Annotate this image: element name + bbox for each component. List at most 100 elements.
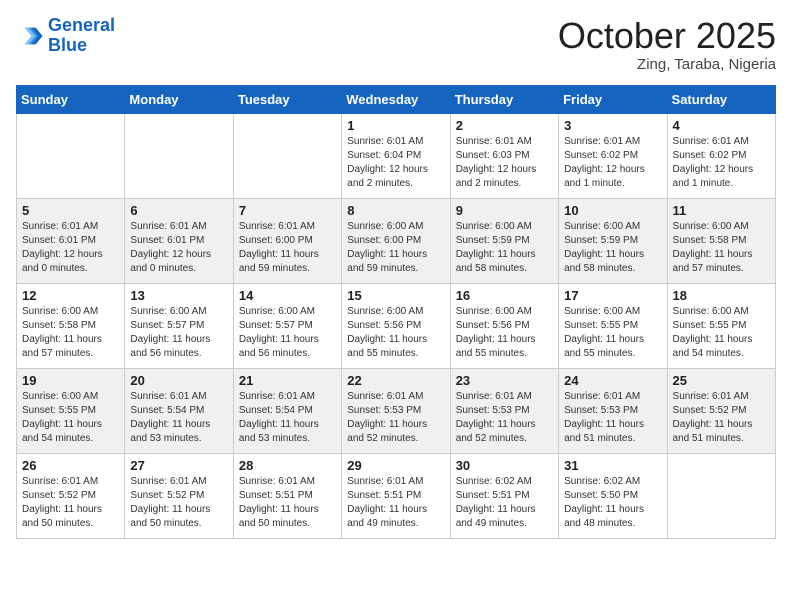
day-info: Sunrise: 6:01 AM Sunset: 5:53 PM Dayligh… (564, 390, 661, 446)
calendar-cell: 16 Sunrise: 6:00 AM Sunset: 5:56 PM Dayli… (450, 283, 558, 368)
calendar-cell: 13 Sunrise: 6:00 AM Sunset: 5:57 PM Dayli… (125, 283, 233, 368)
day-info: Sunrise: 6:00 AM Sunset: 5:57 PM Dayligh… (239, 305, 336, 361)
day-info: Sunrise: 6:00 AM Sunset: 5:58 PM Dayligh… (673, 220, 770, 276)
day-number: 29 (347, 458, 444, 473)
day-info: Sunrise: 6:00 AM Sunset: 5:56 PM Dayligh… (456, 305, 553, 361)
day-number: 19 (22, 373, 119, 388)
day-info: Sunrise: 6:01 AM Sunset: 5:54 PM Dayligh… (130, 390, 227, 446)
day-info: Sunrise: 6:00 AM Sunset: 5:57 PM Dayligh… (130, 305, 227, 361)
day-number: 9 (456, 203, 553, 218)
location: Zing, Taraba, Nigeria (558, 56, 776, 73)
calendar-cell: 1Sunrise: 6:01 AM Sunset: 6:04 PM Daylig… (342, 113, 450, 198)
calendar-cell: 22 Sunrise: 6:01 AM Sunset: 5:53 PM Dayli… (342, 368, 450, 453)
day-number: 1 (347, 118, 444, 133)
calendar-cell (17, 113, 125, 198)
day-number: 10 (564, 203, 661, 218)
day-number: 13 (130, 288, 227, 303)
day-number: 15 (347, 288, 444, 303)
calendar-cell: 29 Sunrise: 6:01 AM Sunset: 5:51 PM Dayli… (342, 453, 450, 538)
col-header-monday: Monday (125, 85, 233, 113)
day-number: 30 (456, 458, 553, 473)
logo-text: General Blue (48, 16, 115, 56)
calendar-cell: 5 Sunrise: 6:01 AM Sunset: 6:01 PM Daylig… (17, 198, 125, 283)
day-info: Sunrise: 6:02 AM Sunset: 5:50 PM Dayligh… (564, 475, 661, 531)
calendar-cell: 7 Sunrise: 6:01 AM Sunset: 6:00 PM Daylig… (233, 198, 341, 283)
day-number: 5 (22, 203, 119, 218)
day-number: 7 (239, 203, 336, 218)
day-number: 2 (456, 118, 553, 133)
day-info: Sunrise: 6:01 AM Sunset: 5:53 PM Dayligh… (347, 390, 444, 446)
calendar-cell: 2 Sunrise: 6:01 AM Sunset: 6:03 PM Daylig… (450, 113, 558, 198)
day-number: 24 (564, 373, 661, 388)
calendar-cell: 17 Sunrise: 6:00 AM Sunset: 5:55 PM Dayli… (559, 283, 667, 368)
day-number: 20 (130, 373, 227, 388)
title-block: October 2025 Zing, Taraba, Nigeria (558, 16, 776, 73)
calendar-cell: 24 Sunrise: 6:01 AM Sunset: 5:53 PM Dayli… (559, 368, 667, 453)
day-number: 27 (130, 458, 227, 473)
day-number: 14 (239, 288, 336, 303)
calendar-cell: 25Sunrise: 6:01 AM Sunset: 5:52 PM Dayli… (667, 368, 775, 453)
logo-line1: General (48, 15, 115, 35)
month-title: October 2025 (558, 16, 776, 56)
calendar-week-4: 26Sunrise: 6:01 AM Sunset: 5:52 PM Dayli… (17, 453, 776, 538)
day-number: 28 (239, 458, 336, 473)
day-info: Sunrise: 6:01 AM Sunset: 6:02 PM Dayligh… (564, 135, 661, 191)
day-info: Sunrise: 6:00 AM Sunset: 5:59 PM Dayligh… (564, 220, 661, 276)
day-number: 4 (673, 118, 770, 133)
day-info: Sunrise: 6:00 AM Sunset: 5:55 PM Dayligh… (564, 305, 661, 361)
page-container: General Blue October 2025 Zing, Taraba, … (0, 0, 792, 547)
calendar-week-2: 12Sunrise: 6:00 AM Sunset: 5:58 PM Dayli… (17, 283, 776, 368)
day-number: 21 (239, 373, 336, 388)
calendar-week-0: 1Sunrise: 6:01 AM Sunset: 6:04 PM Daylig… (17, 113, 776, 198)
day-number: 22 (347, 373, 444, 388)
day-info: Sunrise: 6:00 AM Sunset: 5:58 PM Dayligh… (22, 305, 119, 361)
calendar-week-3: 19Sunrise: 6:00 AM Sunset: 5:55 PM Dayli… (17, 368, 776, 453)
col-header-wednesday: Wednesday (342, 85, 450, 113)
calendar-week-1: 5 Sunrise: 6:01 AM Sunset: 6:01 PM Daylig… (17, 198, 776, 283)
calendar-cell: 12Sunrise: 6:00 AM Sunset: 5:58 PM Dayli… (17, 283, 125, 368)
calendar-cell (667, 453, 775, 538)
day-info: Sunrise: 6:01 AM Sunset: 5:51 PM Dayligh… (347, 475, 444, 531)
day-info: Sunrise: 6:01 AM Sunset: 6:00 PM Dayligh… (239, 220, 336, 276)
calendar-cell: 30 Sunrise: 6:02 AM Sunset: 5:51 PM Dayli… (450, 453, 558, 538)
day-info: Sunrise: 6:01 AM Sunset: 6:01 PM Dayligh… (22, 220, 119, 276)
day-info: Sunrise: 6:01 AM Sunset: 5:52 PM Dayligh… (130, 475, 227, 531)
day-info: Sunrise: 6:00 AM Sunset: 5:56 PM Dayligh… (347, 305, 444, 361)
calendar-cell: 8Sunrise: 6:00 AM Sunset: 6:00 PM Daylig… (342, 198, 450, 283)
col-header-thursday: Thursday (450, 85, 558, 113)
day-number: 16 (456, 288, 553, 303)
day-number: 18 (673, 288, 770, 303)
logo-icon (16, 22, 44, 50)
calendar-table: SundayMondayTuesdayWednesdayThursdayFrid… (16, 85, 776, 539)
day-number: 31 (564, 458, 661, 473)
calendar-cell: 21 Sunrise: 6:01 AM Sunset: 5:54 PM Dayli… (233, 368, 341, 453)
day-number: 11 (673, 203, 770, 218)
header: General Blue October 2025 Zing, Taraba, … (16, 16, 776, 73)
calendar-cell: 14 Sunrise: 6:00 AM Sunset: 5:57 PM Dayli… (233, 283, 341, 368)
day-info: Sunrise: 6:01 AM Sunset: 5:54 PM Dayligh… (239, 390, 336, 446)
calendar-cell: 26Sunrise: 6:01 AM Sunset: 5:52 PM Dayli… (17, 453, 125, 538)
calendar-cell: 3Sunrise: 6:01 AM Sunset: 6:02 PM Daylig… (559, 113, 667, 198)
day-info: Sunrise: 6:00 AM Sunset: 5:59 PM Dayligh… (456, 220, 553, 276)
day-info: Sunrise: 6:02 AM Sunset: 5:51 PM Dayligh… (456, 475, 553, 531)
day-info: Sunrise: 6:01 AM Sunset: 5:52 PM Dayligh… (673, 390, 770, 446)
day-info: Sunrise: 6:00 AM Sunset: 5:55 PM Dayligh… (673, 305, 770, 361)
day-number: 17 (564, 288, 661, 303)
day-number: 23 (456, 373, 553, 388)
day-info: Sunrise: 6:01 AM Sunset: 6:03 PM Dayligh… (456, 135, 553, 191)
calendar-cell: 19Sunrise: 6:00 AM Sunset: 5:55 PM Dayli… (17, 368, 125, 453)
day-info: Sunrise: 6:01 AM Sunset: 5:51 PM Dayligh… (239, 475, 336, 531)
calendar-cell: 28 Sunrise: 6:01 AM Sunset: 5:51 PM Dayli… (233, 453, 341, 538)
day-number: 6 (130, 203, 227, 218)
day-info: Sunrise: 6:01 AM Sunset: 6:02 PM Dayligh… (673, 135, 770, 191)
day-info: Sunrise: 6:01 AM Sunset: 6:01 PM Dayligh… (130, 220, 227, 276)
col-header-friday: Friday (559, 85, 667, 113)
calendar-cell: 9 Sunrise: 6:00 AM Sunset: 5:59 PM Daylig… (450, 198, 558, 283)
calendar-cell: 31 Sunrise: 6:02 AM Sunset: 5:50 PM Dayli… (559, 453, 667, 538)
col-header-tuesday: Tuesday (233, 85, 341, 113)
calendar-cell (125, 113, 233, 198)
day-info: Sunrise: 6:01 AM Sunset: 5:53 PM Dayligh… (456, 390, 553, 446)
day-info: Sunrise: 6:01 AM Sunset: 5:52 PM Dayligh… (22, 475, 119, 531)
calendar-cell: 20 Sunrise: 6:01 AM Sunset: 5:54 PM Dayli… (125, 368, 233, 453)
col-header-sunday: Sunday (17, 85, 125, 113)
